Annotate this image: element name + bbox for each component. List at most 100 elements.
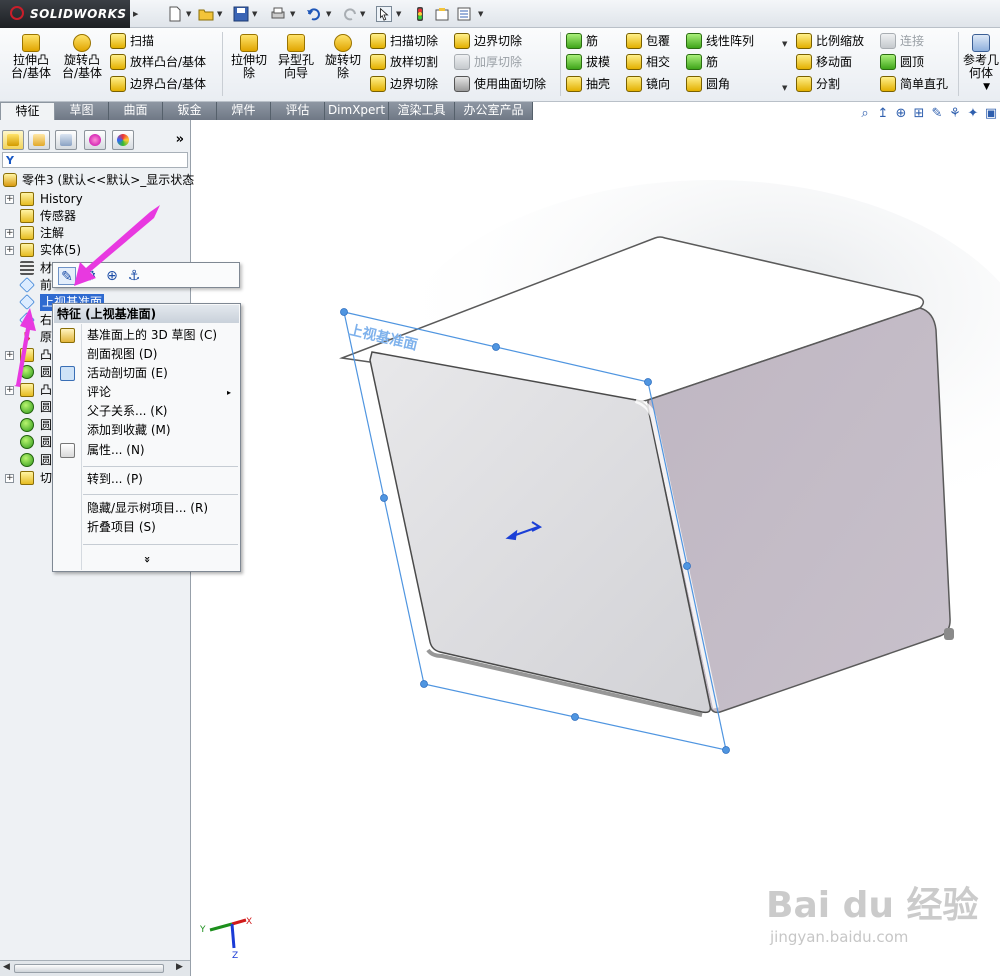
scale-button[interactable]: 比例缩放 [796, 31, 864, 51]
sketch-icon[interactable]: ✎ [58, 267, 76, 285]
show-plane-icon[interactable]: ⚓ [125, 267, 143, 285]
undo-icon[interactable] [306, 6, 322, 22]
menu-item-3d-sketch-on-plane[interactable]: 基准面上的 3D 草图 (C) [54, 326, 239, 345]
hole-wizard-button[interactable]: 异型孔向导 [275, 34, 317, 80]
tab-render-tools[interactable]: 渲染工具 [389, 102, 455, 120]
tab-surfaces[interactable]: 曲面 [109, 102, 163, 120]
print-dropdown-icon[interactable]: ▼ [290, 10, 295, 18]
lofted-cut-button[interactable]: 放样切割 [370, 52, 438, 72]
revolve-cut-button[interactable]: 旋转切除 [321, 34, 365, 80]
connect-button[interactable]: 连接 [880, 31, 924, 51]
tab-sketch[interactable]: 草图 [55, 102, 109, 120]
open-folder-icon[interactable] [198, 6, 214, 22]
tree-horizontal-scrollbar[interactable]: ◀ ▶ [0, 960, 190, 976]
swept-cut-button[interactable]: 扫描切除 [370, 31, 438, 51]
expand-icon[interactable]: + [5, 195, 14, 204]
tab-sheet-metal[interactable]: 钣金 [163, 102, 217, 120]
menu-item-properties[interactable]: 属性... (N) [54, 441, 239, 460]
new-document-icon[interactable] [167, 6, 183, 22]
scroll-left-icon[interactable]: ◀ [3, 962, 10, 972]
menu-item-live-section-plane[interactable]: 活动剖切面 (E) [54, 364, 239, 383]
print-icon[interactable] [270, 6, 286, 22]
rib-button[interactable]: 筋 [566, 31, 598, 51]
reference-geometry-icon [972, 34, 990, 52]
surface-cut-button[interactable]: 使用曲面切除 [454, 74, 546, 94]
scroll-thumb[interactable] [14, 964, 164, 973]
menu-item-collapse-items[interactable]: 折叠项目 (S) [54, 518, 239, 537]
connect-icon [880, 33, 896, 49]
configuration-manager-tab[interactable] [55, 130, 77, 150]
rebuild-icon[interactable] [412, 6, 428, 22]
expand-icon[interactable]: + [5, 386, 14, 395]
dome-button[interactable]: 圆顶 [880, 52, 924, 72]
boundary-cut-button[interactable]: 边界切除 [370, 74, 438, 94]
tab-dimxpert[interactable]: DimXpert [325, 102, 389, 120]
simple-hole-button[interactable]: 简单直孔 [880, 74, 948, 94]
undo-dropdown-icon[interactable]: ▼ [326, 10, 331, 18]
boundary-boss-button[interactable]: 边界凸台/基体 [110, 74, 206, 94]
panel-expand-chevron-icon[interactable]: » [176, 132, 184, 147]
boundary-cut-2-button[interactable]: 边界切除 [454, 31, 522, 51]
expand-icon[interactable]: + [5, 229, 14, 238]
logo-menu-arrow-icon[interactable]: ▶ [133, 10, 138, 18]
expand-icon[interactable]: + [5, 351, 14, 360]
rib-2-button[interactable]: 筋 [686, 52, 718, 72]
sweep-button[interactable]: 扫描 [110, 31, 154, 51]
reference-geometry-button[interactable]: 参考几何体 [962, 34, 1000, 80]
linear-pattern-button[interactable]: 线性阵列 [686, 31, 754, 51]
select-dropdown-icon[interactable]: ▼ [396, 10, 401, 18]
split-button[interactable]: 分割 [796, 74, 840, 94]
dimxpert-manager-tab[interactable] [84, 130, 106, 150]
options-dropdown-icon[interactable]: ▼ [478, 10, 483, 18]
graphics-area[interactable]: 上视基准面 [192, 120, 1000, 976]
menu-item-hide-show-tree-items[interactable]: 隐藏/显示树项目... (R) [54, 499, 239, 518]
file-properties-icon[interactable] [434, 6, 450, 22]
display-manager-tab[interactable] [112, 130, 134, 150]
thicken-cut-icon [454, 54, 470, 70]
mirror-button[interactable]: 镜向 [626, 74, 670, 94]
move-face-button[interactable]: 移动面 [796, 52, 852, 72]
extrude-cut-button[interactable]: 拉伸切除 [227, 34, 271, 80]
logo-text: SOLIDWORKS [30, 7, 127, 21]
tree-filter-input[interactable]: Y [2, 152, 188, 168]
loft-boss-button[interactable]: 放样凸台/基体 [110, 52, 206, 72]
menu-expand-chevron-icon[interactable]: » [138, 550, 157, 569]
expand-icon[interactable]: + [5, 474, 14, 483]
redo-icon[interactable] [342, 6, 358, 22]
intersect-button[interactable]: 相交 [626, 52, 670, 72]
new-dropdown-icon[interactable]: ▼ [186, 10, 191, 18]
scroll-right-icon[interactable]: ▶ [176, 962, 183, 972]
wrap-button[interactable]: 包覆 [626, 31, 670, 51]
solidworks-logo[interactable]: SOLIDWORKS [0, 0, 130, 28]
expand-icon[interactable]: + [5, 246, 14, 255]
menu-item-add-to-favorites[interactable]: 添加到收藏 (M) [54, 421, 239, 440]
menu-item-go-to[interactable]: 转到... (P) [54, 470, 239, 489]
save-dropdown-icon[interactable]: ▼ [252, 10, 257, 18]
save-icon[interactable] [233, 6, 249, 22]
fillet-dropdown-icon[interactable]: ▼ [782, 84, 787, 92]
tab-office-products[interactable]: 办公室产品 [455, 102, 533, 120]
boundary-cut-2-icon [454, 33, 470, 49]
thicken-cut-button[interactable]: 加厚切除 [454, 52, 522, 72]
tab-features[interactable]: 特征 [0, 102, 55, 120]
options-icon[interactable] [456, 6, 472, 22]
ribbon-more-dropdown-icon[interactable]: ▼ [983, 82, 990, 92]
zoom-to-selection-icon[interactable]: ⊕ [103, 267, 121, 285]
menu-item-comment[interactable]: 评论 ▸ [54, 383, 239, 402]
draft-button[interactable]: 拔模 [566, 52, 610, 72]
tab-evaluate[interactable]: 评估 [271, 102, 325, 120]
fillet-button[interactable]: 圆角 [686, 74, 730, 94]
property-manager-tab[interactable] [28, 130, 50, 150]
feature-manager-tab[interactable] [2, 130, 24, 150]
pattern-dropdown-icon[interactable]: ▼ [782, 40, 787, 48]
select-icon[interactable] [376, 6, 392, 22]
tab-weldments[interactable]: 焊件 [217, 102, 271, 120]
menu-item-section-view[interactable]: 剖面视图 (D) [54, 345, 239, 364]
menu-item-parent-child[interactable]: 父子关系... (K) [54, 402, 239, 421]
open-dropdown-icon[interactable]: ▼ [217, 10, 222, 18]
revolve-boss-button[interactable]: 旋转凸台/基体 [58, 34, 106, 80]
shell-button[interactable]: 抽壳 [566, 74, 610, 94]
redo-dropdown-icon[interactable]: ▼ [360, 10, 365, 18]
normal-to-icon[interactable]: ⚙ [81, 267, 99, 285]
extrude-boss-button[interactable]: 拉伸凸台/基体 [8, 34, 54, 80]
